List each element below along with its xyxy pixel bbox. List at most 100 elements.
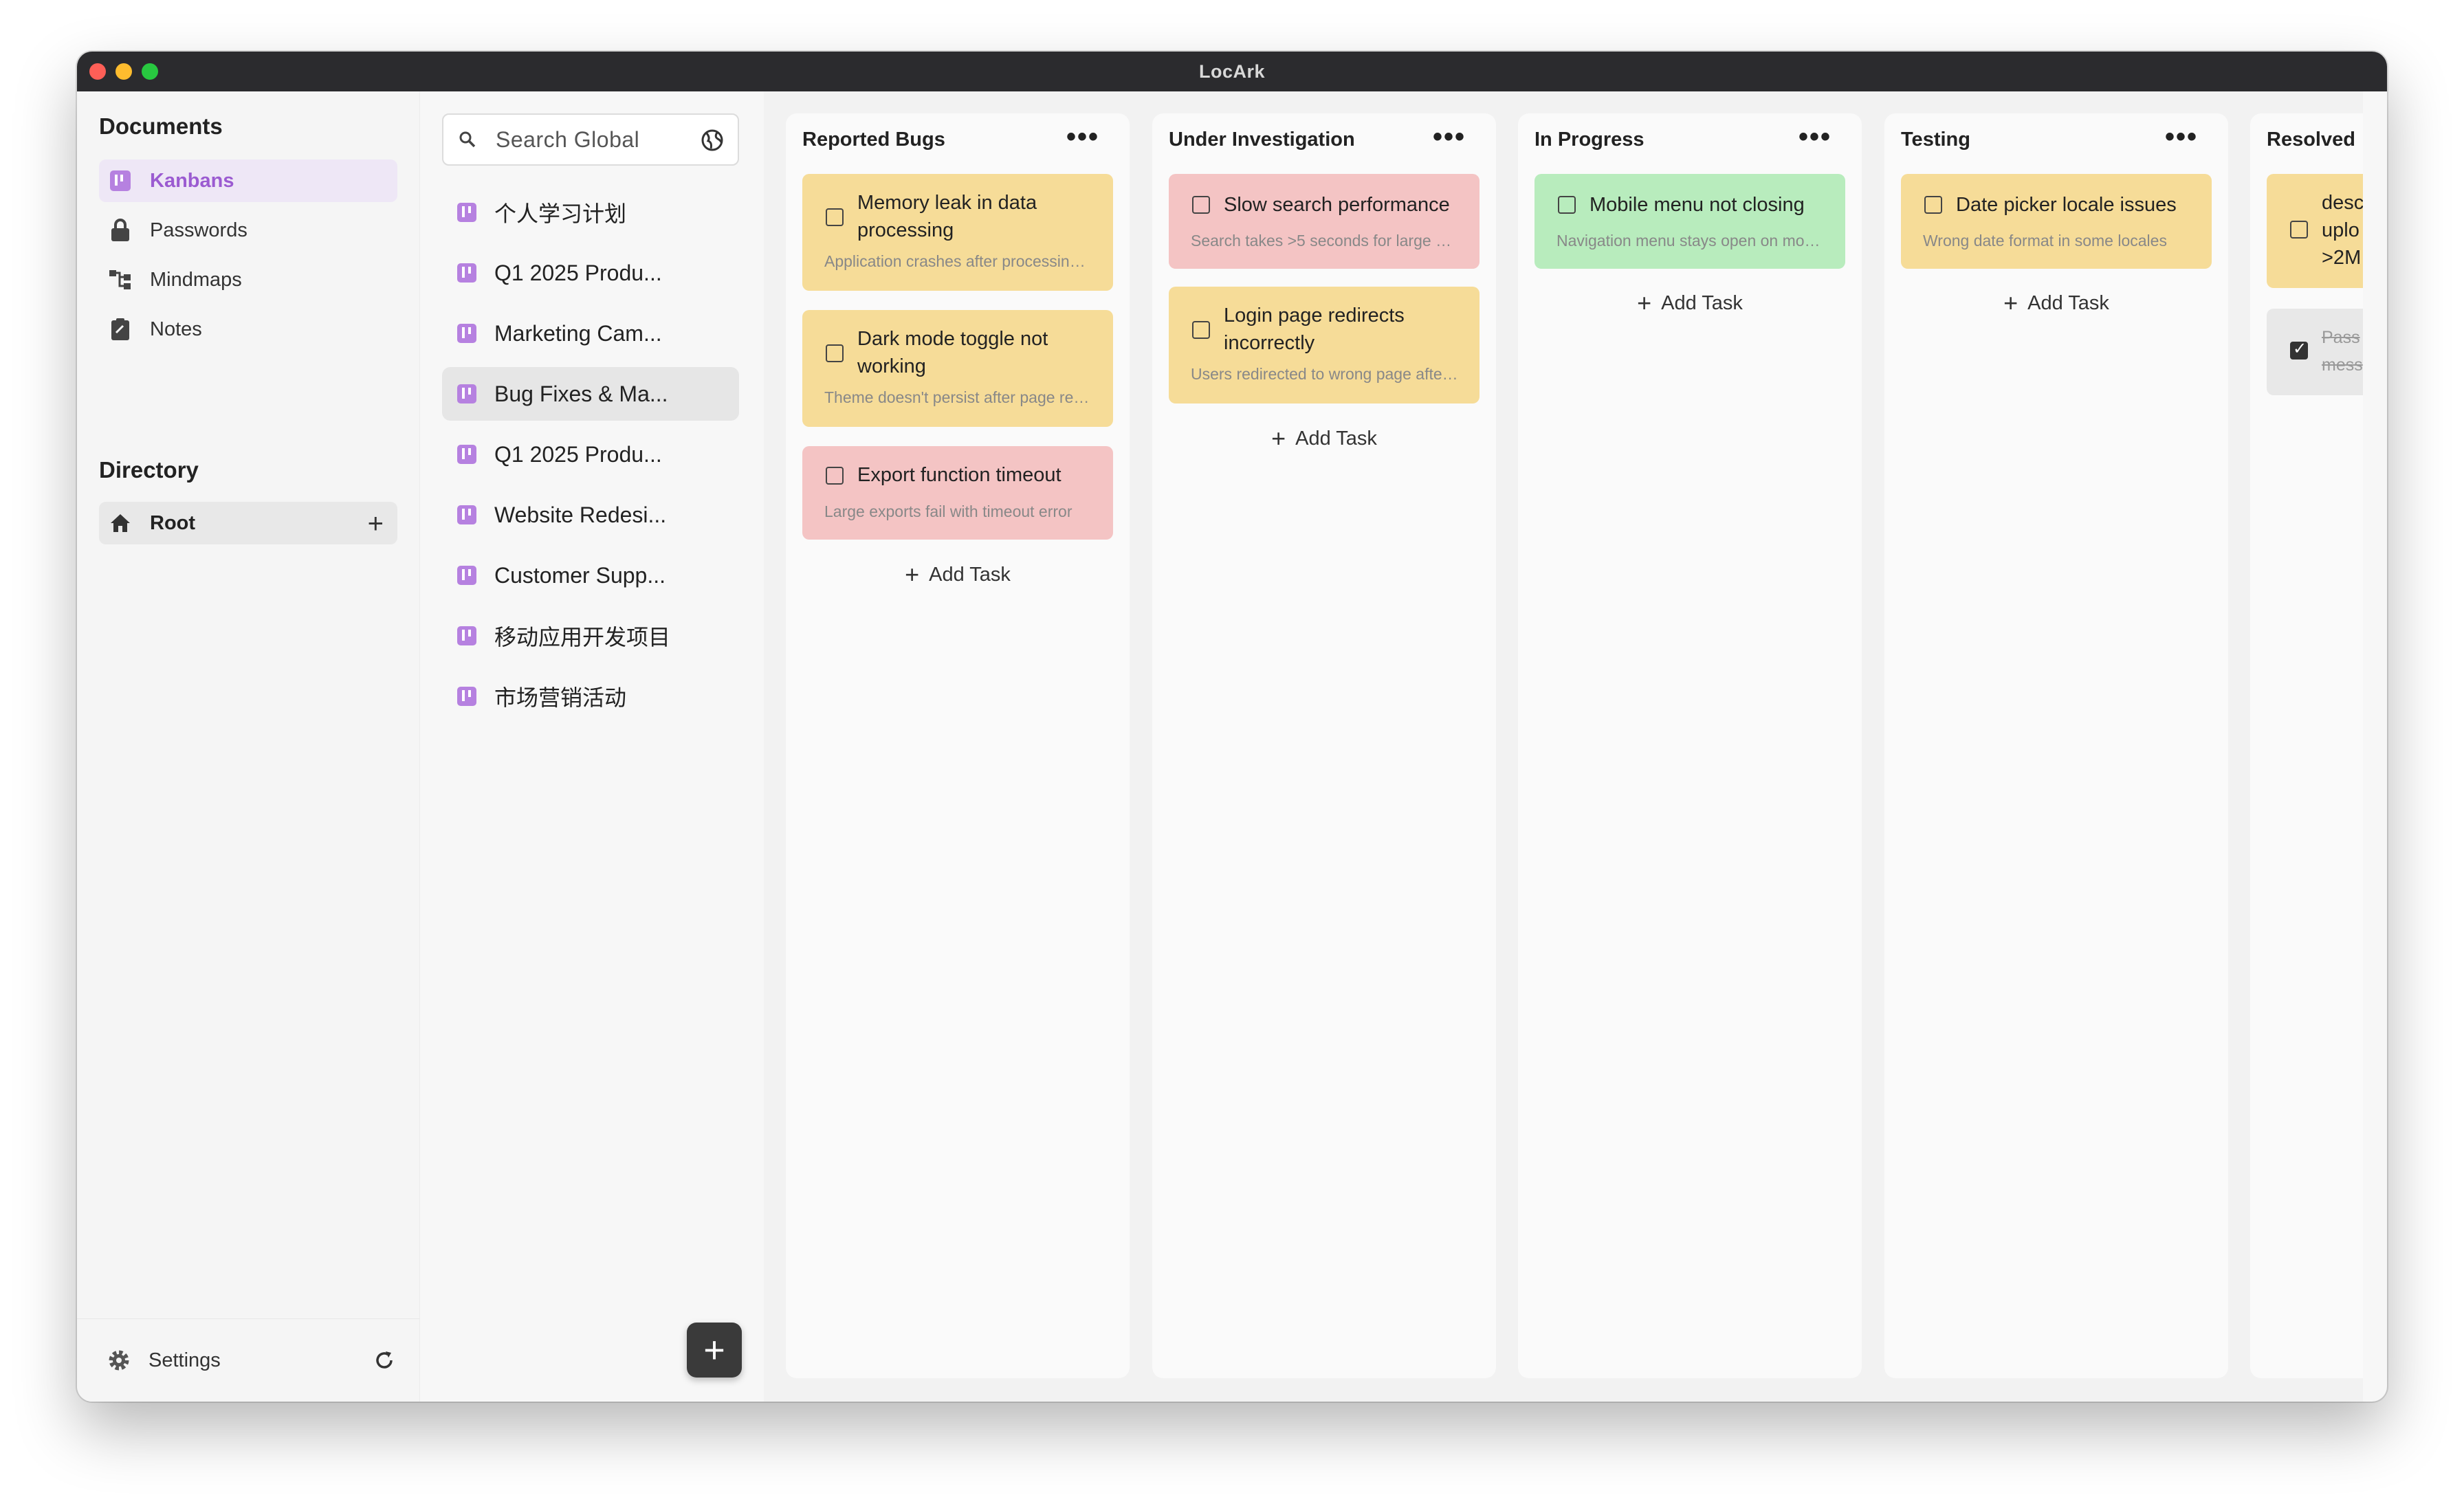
kanban-icon — [457, 445, 476, 464]
window-controls — [89, 63, 158, 80]
plus-icon: + — [1271, 424, 1286, 452]
document-item-label: Marketing Cam... — [494, 320, 662, 346]
task-description: Large exports fail with timeout error — [824, 502, 1072, 520]
document-item-label: Bug Fixes & Ma... — [494, 381, 668, 406]
more-options-icon[interactable]: ••• — [1066, 122, 1099, 153]
plus-icon: + — [905, 560, 920, 588]
column-in-progress: In Progress ••• Mobile menu not closing … — [1518, 113, 1862, 1378]
task-checkbox[interactable] — [1924, 196, 1942, 214]
sidebar-item-notes[interactable]: Notes — [99, 308, 397, 351]
sidebar-item-label: Mindmaps — [150, 268, 242, 291]
task-title: Dark mode toggle not working — [857, 328, 1048, 377]
kanban-board: Reported Bugs ••• Memory leak in data pr… — [764, 91, 2363, 1402]
document-item[interactable]: Q1 2025 Produ... — [442, 246, 739, 300]
minimize-window-button[interactable] — [116, 63, 132, 80]
kanban-icon — [457, 566, 476, 585]
column-title: In Progress — [1534, 129, 1644, 151]
sidebar-footer: Settings — [77, 1318, 419, 1402]
task-checkbox[interactable] — [1558, 196, 1576, 214]
document-item[interactable]: Website Redesi... — [442, 488, 739, 542]
document-item-selected[interactable]: Bug Fixes & Ma... — [442, 367, 739, 421]
column-title: Resolved — [2267, 129, 2355, 151]
task-checkbox[interactable] — [2290, 221, 2308, 239]
directory-root[interactable]: Root + — [99, 502, 397, 544]
add-task-label: Add Task — [2027, 292, 2109, 314]
add-task-label: Add Task — [929, 564, 1011, 586]
document-item[interactable]: 个人学习计划 — [442, 186, 739, 239]
search-icon — [459, 131, 476, 148]
task-card[interactable]: Login page redirects incorrectly Users r… — [1169, 287, 1480, 403]
task-checkbox[interactable] — [826, 467, 844, 485]
task-card[interactable]: Slow search performance Search takes >5 … — [1169, 174, 1480, 269]
task-description: Theme doesn't persist after page reload — [824, 388, 1092, 406]
task-checkbox[interactable] — [826, 344, 844, 362]
gear-icon[interactable] — [107, 1349, 131, 1372]
column-title: Reported Bugs — [802, 129, 945, 151]
document-item[interactable]: Customer Supp... — [442, 549, 739, 602]
document-item[interactable]: Q1 2025 Produ... — [442, 428, 739, 481]
plus-icon: + — [2003, 289, 2018, 317]
task-title: Memory leak in data processing — [857, 192, 1037, 241]
sidebar-item-mindmaps[interactable]: Mindmaps — [99, 258, 397, 301]
task-checkbox[interactable] — [1192, 196, 1210, 214]
kanban-icon — [457, 324, 476, 343]
document-item-label: Q1 2025 Produ... — [494, 441, 662, 467]
more-options-icon[interactable]: ••• — [1433, 122, 1466, 153]
document-item[interactable]: 移动应用开发项目 — [442, 609, 739, 663]
maximize-window-button[interactable] — [142, 63, 158, 80]
settings-button[interactable]: Settings — [148, 1349, 221, 1372]
column-resolved: Resolved desc uplo >2M Pass mess — [2250, 113, 2363, 1378]
document-item-label: Website Redesi... — [494, 502, 667, 527]
task-card[interactable]: Dark mode toggle not working Theme doesn… — [802, 310, 1113, 427]
add-task-label: Add Task — [1295, 428, 1377, 450]
add-task-button[interactable]: + Add Task — [1518, 289, 1862, 318]
search-box[interactable]: Search Global — [442, 113, 739, 166]
sidebar-item-label: Kanbans — [150, 169, 234, 192]
add-directory-button[interactable]: + — [368, 509, 384, 540]
task-description: Users redirected to wrong page after log… — [1191, 365, 1459, 383]
column-under-investigation: Under Investigation ••• Slow search perf… — [1152, 113, 1496, 1378]
more-options-icon[interactable]: ••• — [1798, 122, 1832, 153]
close-window-button[interactable] — [89, 63, 106, 80]
task-title: Mobile menu not closing — [1590, 194, 1805, 216]
title-bar: LocArk — [77, 52, 2387, 91]
add-task-button[interactable]: + Add Task — [1152, 424, 1496, 453]
add-task-label: Add Task — [1661, 292, 1743, 314]
home-icon — [109, 511, 132, 535]
task-card[interactable]: Mobile menu not closing Navigation menu … — [1534, 174, 1845, 269]
more-options-icon[interactable]: ••• — [2165, 122, 2198, 153]
documents-section-title: Documents — [99, 113, 223, 139]
kanban-icon — [457, 384, 476, 403]
document-item-label: 个人学习计划 — [494, 201, 627, 226]
mindmap-icon — [109, 268, 132, 291]
window-title: LocArk — [1198, 60, 1266, 82]
sidebar-item-kanbans[interactable]: Kanbans — [99, 159, 397, 202]
task-title: desc uplo >2M — [2322, 192, 2363, 269]
task-card[interactable]: Memory leak in data processing Applicati… — [802, 174, 1113, 291]
task-card[interactable]: Export function timeout Large exports fa… — [802, 446, 1113, 540]
document-item-label: Q1 2025 Produ... — [494, 260, 662, 285]
app-window: LocArk Documents Kanbans Passwords Mindm… — [77, 52, 2387, 1402]
globe-icon[interactable] — [701, 129, 724, 152]
task-checkbox[interactable] — [1192, 321, 1210, 339]
task-title: Pass mess — [2322, 328, 2363, 375]
task-card[interactable]: Date picker locale issues Wrong date for… — [1901, 174, 2212, 269]
task-card[interactable]: desc uplo >2M — [2267, 174, 2363, 288]
add-task-button[interactable]: + Add Task — [786, 560, 1130, 589]
add-document-button[interactable]: + — [687, 1323, 742, 1378]
search-input[interactable]: Search Global — [496, 127, 639, 153]
add-task-button[interactable]: + Add Task — [1884, 289, 2228, 318]
task-card-completed[interactable]: Pass mess — [2267, 309, 2363, 395]
sidebar-item-label: Notes — [150, 318, 202, 340]
document-item[interactable]: Marketing Cam... — [442, 307, 739, 360]
sidebar-item-passwords[interactable]: Passwords — [99, 209, 397, 252]
column-reported-bugs: Reported Bugs ••• Memory leak in data pr… — [786, 113, 1130, 1378]
kanban-icon — [457, 505, 476, 524]
task-description: Wrong date format in some locales — [1923, 232, 2167, 250]
task-checkbox-checked[interactable] — [2290, 339, 2308, 360]
document-item[interactable]: 市场营销活动 — [442, 670, 739, 723]
directory-section-title: Directory — [99, 457, 199, 483]
task-checkbox[interactable] — [826, 208, 844, 226]
refresh-icon[interactable] — [374, 1348, 395, 1377]
task-title: Slow search performance — [1224, 194, 1450, 216]
